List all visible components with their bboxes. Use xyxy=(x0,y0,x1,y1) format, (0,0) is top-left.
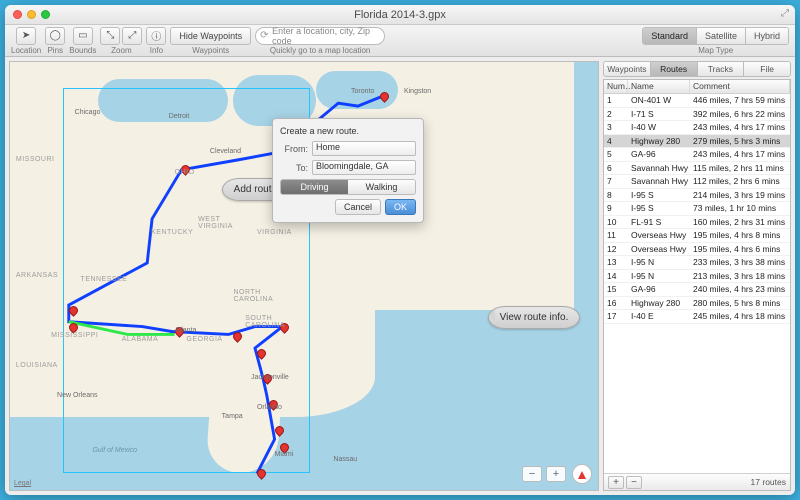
pins-button[interactable]: ◯ xyxy=(45,27,65,45)
city-label: Jacksonville xyxy=(251,374,289,381)
add-route-button[interactable]: + xyxy=(608,476,624,489)
zoom-out-button[interactable]: ⤡ xyxy=(100,27,120,45)
dialog-title: Create a new route. xyxy=(280,126,416,136)
remove-route-button[interactable]: − xyxy=(626,476,642,489)
tab-waypoints[interactable]: Waypoints xyxy=(604,62,651,76)
window-title: Florida 2014-3.gpx xyxy=(5,9,795,21)
routes-table[interactable]: 1ON-401 W446 miles, 7 hrs 59 mins2I-71 S… xyxy=(604,94,790,473)
table-row[interactable]: 12Overseas Hwy195 miles, 4 hrs 6 mins xyxy=(604,243,790,257)
city-label: Atlanta xyxy=(175,327,197,334)
search-input[interactable]: Enter a location, city, Zip code xyxy=(255,27,385,45)
side-tabs[interactable]: Waypoints Routes Tracks File xyxy=(603,61,791,77)
fullscreen-icon[interactable]: ⤢ xyxy=(781,8,789,19)
table-row[interactable]: 6Savannah Hwy115 miles, 2 hrs 11 mins xyxy=(604,162,790,176)
tab-routes[interactable]: Routes xyxy=(651,62,698,76)
city-label: Toronto xyxy=(351,88,374,95)
state-label: VIRGINIA xyxy=(257,229,292,236)
table-row[interactable]: 4Highway 280279 miles, 5 hrs 3 mins xyxy=(604,135,790,149)
city-label: Chicago xyxy=(75,109,101,116)
legal-link[interactable]: Legal xyxy=(14,480,31,487)
city-label: Tampa xyxy=(222,413,243,420)
table-row[interactable]: 16Highway 280280 miles, 5 hrs 8 mins xyxy=(604,297,790,311)
city-label: Detroit xyxy=(169,113,190,120)
table-row[interactable]: 3I-40 W243 miles, 4 hrs 17 mins xyxy=(604,121,790,135)
table-row[interactable]: 11Overseas Hwy195 miles, 4 hrs 8 mins xyxy=(604,229,790,243)
city-label: Orlando xyxy=(257,404,282,411)
hide-waypoints-button[interactable]: Hide Waypoints xyxy=(170,27,251,45)
zoom-in-button[interactable]: ⤢ xyxy=(122,27,142,45)
tab-tracks[interactable]: Tracks xyxy=(698,62,745,76)
bounds-button[interactable]: ▭ xyxy=(73,27,93,45)
map-zoom-out-button[interactable]: − xyxy=(522,466,542,482)
table-row[interactable]: 9I-95 S73 miles, 1 hr 10 mins xyxy=(604,202,790,216)
from-select[interactable]: Home xyxy=(312,141,416,156)
table-row[interactable]: 17I-40 E245 miles, 4 hrs 18 mins xyxy=(604,310,790,324)
info-button[interactable]: ⓘ xyxy=(146,27,166,45)
state-label: OHIO xyxy=(175,169,195,176)
table-row[interactable]: 15GA-96240 miles, 4 hrs 23 mins xyxy=(604,283,790,297)
city-label: Cleveland xyxy=(210,148,241,155)
travel-mode-segment[interactable]: Driving Walking xyxy=(280,179,416,195)
compass-icon[interactable] xyxy=(572,464,592,484)
maptype-satellite[interactable]: Satellite xyxy=(697,28,746,44)
titlebar: Florida 2014-3.gpx ⤢ xyxy=(5,5,795,25)
state-label: WESTVIRGINIA xyxy=(198,216,233,230)
city-label: Kingston xyxy=(404,88,431,95)
state-label: TENNESSEE xyxy=(81,276,128,283)
table-row[interactable]: 14I-95 N213 miles, 3 hrs 18 mins xyxy=(604,270,790,284)
state-label: LOUISIANA xyxy=(16,362,58,369)
water-label: Gulf of Mexico xyxy=(92,447,137,454)
state-label: GEORGIA xyxy=(186,336,222,343)
table-row[interactable]: 1ON-401 W446 miles, 7 hrs 59 mins xyxy=(604,94,790,108)
mode-walking[interactable]: Walking xyxy=(348,180,415,194)
map-zoom-in-button[interactable]: + xyxy=(546,466,566,482)
location-button[interactable]: ➤ xyxy=(16,27,36,45)
create-route-dialog: Create a new route. From:Home To:Bloomin… xyxy=(272,118,424,223)
state-label: ARKANSAS xyxy=(16,272,58,279)
table-header: Num… Name Comment xyxy=(604,80,790,94)
side-panel: Waypoints Routes Tracks File Num… Name C… xyxy=(603,61,791,491)
state-label: SOUTHCAROLINA xyxy=(245,315,285,329)
state-label: MISSOURI xyxy=(16,156,55,163)
callout-view-route-info: View route info. xyxy=(488,306,581,329)
table-row[interactable]: 7Savannah Hwy112 miles, 2 hrs 6 mins xyxy=(604,175,790,189)
toolbar: ➤Location ◯Pins ▭Bounds ⤡⤢Zoom ⓘInfo Hid… xyxy=(5,25,795,57)
table-row[interactable]: 10FL-91 S160 miles, 2 hrs 31 mins xyxy=(604,216,790,230)
maptype-standard[interactable]: Standard xyxy=(643,28,697,44)
table-row[interactable]: 2I-71 S392 miles, 6 hrs 22 mins xyxy=(604,108,790,122)
state-label: KENTUCKY xyxy=(151,229,193,236)
mode-driving[interactable]: Driving xyxy=(281,180,348,194)
cancel-button[interactable]: Cancel xyxy=(335,199,381,215)
tab-file[interactable]: File xyxy=(744,62,790,76)
city-label: Miami xyxy=(275,451,294,458)
routes-count: 17 routes xyxy=(751,477,786,487)
to-select[interactable]: Bloomingdale, GA xyxy=(312,160,416,175)
state-label: ALABAMA xyxy=(122,336,159,343)
ok-button[interactable]: OK xyxy=(385,199,416,215)
table-row[interactable]: 8I-95 S214 miles, 3 hrs 19 mins xyxy=(604,189,790,203)
city-label: Nassau xyxy=(333,456,357,463)
city-label: New Orleans xyxy=(57,392,97,399)
state-label: NORTHCAROLINA xyxy=(233,289,273,303)
map[interactable]: MISSOURI OHIO KENTUCKY TENNESSEE NORTHCA… xyxy=(9,61,599,491)
maptype-hybrid[interactable]: Hybrid xyxy=(746,28,788,44)
maptype-segment[interactable]: Standard Satellite Hybrid xyxy=(642,27,789,45)
table-row[interactable]: 5GA-96243 miles, 4 hrs 17 mins xyxy=(604,148,790,162)
table-row[interactable]: 13I-95 N233 miles, 3 hrs 38 mins xyxy=(604,256,790,270)
state-label: MISSISSIPPI xyxy=(51,332,98,339)
